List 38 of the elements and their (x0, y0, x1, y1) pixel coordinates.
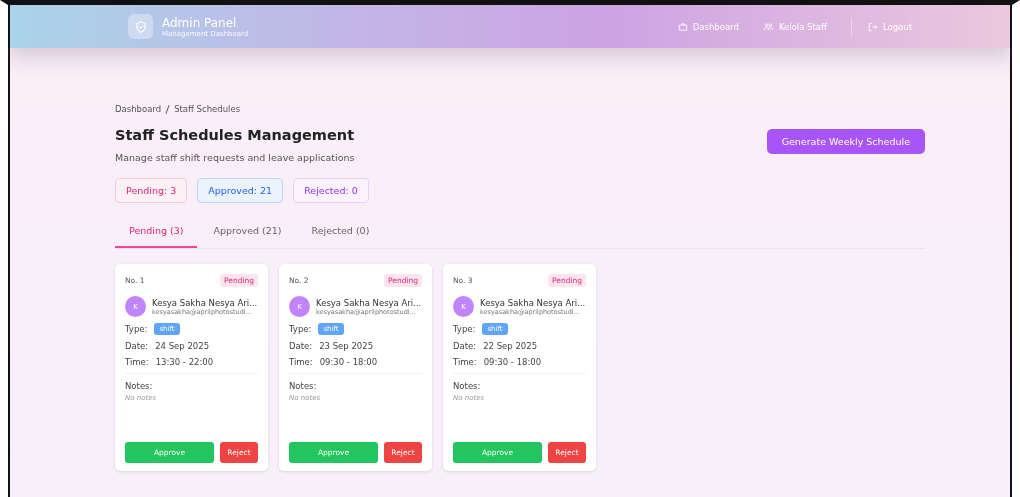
breadcrumb-link[interactable]: Dashboard (115, 104, 162, 114)
tab[interactable]: Rejected (0) (297, 216, 384, 248)
date-value: 24 Sep 2025 (155, 341, 210, 351)
stat-badge: Pending: 3 (115, 178, 188, 203)
field-label: Time: (453, 357, 477, 367)
breadcrumb-link[interactable]: Staff Schedules (174, 104, 241, 114)
stat-badge: Rejected: 0 (293, 178, 369, 203)
generate-schedule-button[interactable]: Generate Weekly Schedule (766, 129, 925, 154)
staff-name: Kesya Sakha Nesya Ari... (152, 297, 258, 308)
notes-label: Notes: (125, 381, 154, 391)
date-value: 22 Sep 2025 (483, 341, 538, 351)
time-value: 09:30 - 18:00 (319, 357, 378, 367)
field-label: Date: (289, 341, 313, 351)
staff-name: Kesya Sakha Nesya Ari... (316, 297, 422, 308)
tab[interactable]: Approved (21) (199, 216, 296, 248)
stat-badge: Approved: 21 (197, 178, 284, 203)
date-value: 23 Sep 2025 (319, 341, 374, 351)
notes-label: Notes: (453, 381, 482, 391)
field-label: Time: (125, 357, 149, 367)
nav-link[interactable]: Dashboard (677, 21, 739, 32)
page-subtitle: Manage staff shift requests and leave applications (115, 152, 355, 163)
notes-label: Notes: (289, 381, 318, 391)
field-label: Time: (289, 357, 313, 367)
field-label: Type: (453, 324, 476, 334)
time-value: 09:30 - 18:00 (483, 357, 542, 367)
app-title: Admin Panel (162, 15, 238, 30)
field-label: Date: (453, 341, 477, 351)
tab[interactable]: Pending (3) (115, 216, 198, 248)
field-label: Type: (125, 324, 148, 334)
logout-icon (867, 21, 878, 32)
staff-name: Kesya Sakha Nesya Ari... (480, 297, 586, 308)
page-title: Staff Schedules Management (115, 127, 355, 143)
field-label: Date: (125, 341, 149, 351)
field-label: Type: (289, 324, 312, 334)
briefcase-icon (677, 21, 688, 32)
shield-icon (128, 14, 153, 39)
time-value: 13:30 - 22:00 (155, 357, 214, 367)
people-icon (762, 21, 774, 32)
